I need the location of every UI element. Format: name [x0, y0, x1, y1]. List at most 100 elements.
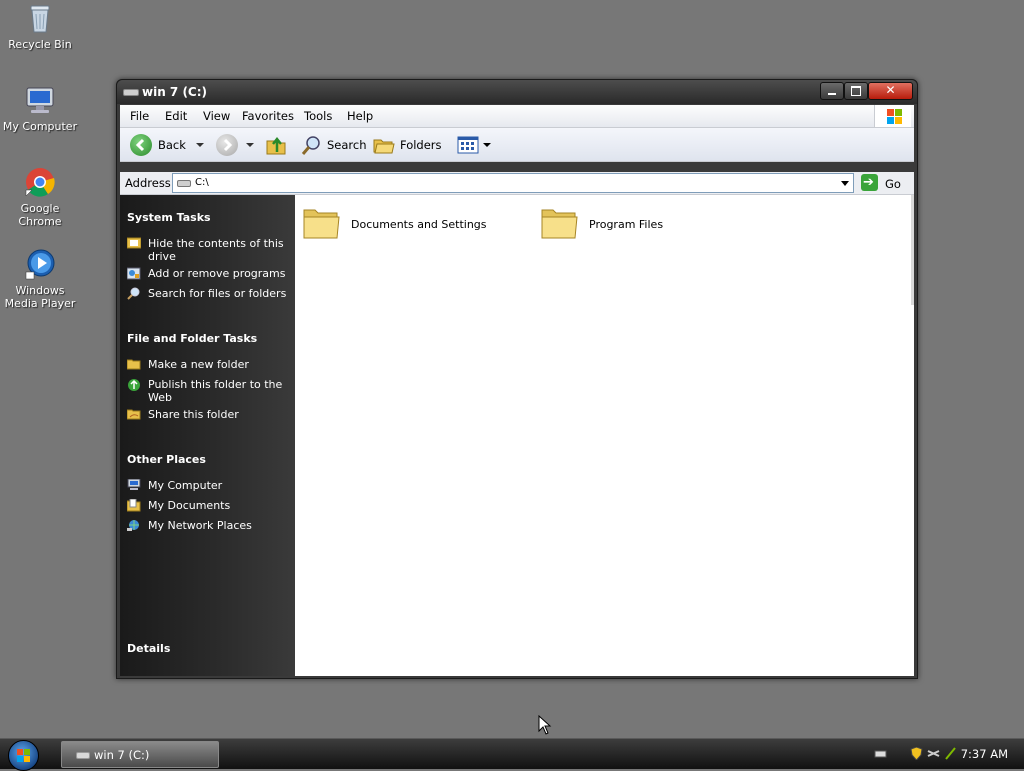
taskbar: win 7 (C:) 7:37 AM — [0, 738, 1024, 771]
forward-button[interactable] — [214, 133, 260, 157]
flag-icon[interactable] — [944, 747, 957, 760]
hide-contents-icon — [126, 237, 142, 249]
taskbar-window-button[interactable]: win 7 (C:) — [61, 741, 219, 768]
task-label: Make a new folder — [148, 358, 249, 371]
chevron-down-icon[interactable] — [841, 181, 849, 186]
menu-file[interactable]: File — [130, 109, 149, 123]
media-player-icon — [24, 248, 56, 280]
task-add-remove-programs[interactable]: Add or remove programs — [126, 267, 292, 280]
desktop-icon-google-chrome[interactable]: Google Chrome — [0, 166, 80, 228]
task-label: Publish this folder to the Web — [148, 378, 283, 404]
computer-icon — [24, 84, 56, 116]
keyboard-icon[interactable] — [874, 747, 887, 760]
go-arrow-icon — [861, 174, 878, 191]
task-hide-drive-contents[interactable]: Hide the contents of this drive — [126, 237, 292, 263]
task-label: Search for files or folders — [148, 287, 287, 300]
new-folder-icon — [126, 358, 141, 370]
menu-tools[interactable]: Tools — [304, 109, 332, 123]
file-folder-tasks-heading[interactable]: File and Folder Tasks — [127, 332, 257, 345]
window-titlebar[interactable]: win 7 (C:) ✕ — [117, 80, 917, 104]
address-input[interactable]: C:\ — [172, 173, 854, 193]
back-label: Back — [158, 138, 186, 152]
back-button[interactable]: Back — [128, 133, 208, 157]
task-search-files[interactable]: Search for files or folders — [127, 287, 292, 300]
task-label: Hide the contents of this drive — [148, 237, 284, 263]
standard-toolbar: Back Search Folders — [120, 128, 914, 162]
menu-edit[interactable]: Edit — [165, 109, 187, 123]
desktop-icon-windows-media-player[interactable]: Windows Media Player — [0, 248, 80, 310]
recycle-bin-icon — [24, 2, 56, 34]
clock[interactable]: 7:37 AM — [961, 747, 1008, 761]
minimize-button[interactable] — [820, 82, 844, 100]
other-places-heading[interactable]: Other Places — [127, 453, 206, 466]
details-heading[interactable]: Details — [127, 642, 170, 655]
security-shield-icon[interactable] — [910, 746, 923, 761]
task-make-new-folder[interactable]: Make a new folder — [126, 358, 292, 371]
desktop-icon-label: Windows Media Player — [4, 284, 76, 310]
back-arrow-icon — [130, 134, 152, 156]
chevron-down-icon[interactable] — [196, 143, 204, 147]
folder-icon — [303, 209, 340, 239]
documents-folder-icon — [126, 498, 141, 512]
folder-icon — [541, 209, 578, 239]
folder-item-program-files[interactable]: Program Files — [541, 205, 701, 249]
task-share-folder[interactable]: Share this folder — [126, 408, 292, 421]
share-folder-icon — [126, 408, 141, 420]
address-label: Address — [125, 176, 171, 190]
search-icon — [301, 136, 320, 155]
menu-favorites[interactable]: Favorites — [242, 109, 294, 123]
task-publish-folder[interactable]: Publish this folder to the Web — [127, 378, 292, 404]
computer-icon — [127, 478, 141, 491]
desktop-icon-label: Recycle Bin — [8, 38, 72, 51]
search-button[interactable]: Search — [300, 133, 370, 157]
system-tasks-heading[interactable]: System Tasks — [127, 211, 211, 224]
taskbar-window-label: win 7 (C:) — [94, 748, 150, 762]
window-title: win 7 (C:) — [142, 85, 208, 99]
folder-name: Documents and Settings — [351, 218, 487, 231]
windows-logo-icon — [17, 749, 30, 762]
place-label: My Documents — [148, 499, 231, 512]
chevron-down-icon[interactable] — [483, 143, 491, 147]
desktop-icon-label: Google Chrome — [18, 202, 62, 228]
explorer-content: System Tasks Hide the contents of this d… — [120, 195, 914, 676]
go-button[interactable]: Go — [860, 173, 910, 193]
place-my-network-places[interactable]: My Network Places — [127, 519, 292, 532]
chrome-icon — [24, 166, 56, 198]
place-label: My Network Places — [148, 519, 252, 532]
menu-view[interactable]: View — [203, 109, 230, 123]
task-label: Add or remove programs — [148, 267, 286, 280]
system-tray: 7:37 AM — [864, 739, 1024, 769]
drive-icon — [177, 180, 191, 187]
forward-arrow-icon — [216, 134, 238, 156]
search-label: Search — [327, 138, 367, 152]
folder-name: Program Files — [589, 218, 664, 231]
close-button[interactable]: ✕ — [868, 82, 913, 100]
desktop-icon-recycle-bin[interactable]: Recycle Bin — [0, 2, 80, 51]
maximize-button[interactable] — [844, 82, 868, 100]
file-list: Documents and Settings Program Files — [295, 195, 914, 676]
chevron-down-icon[interactable] — [246, 143, 254, 147]
programs-icon — [126, 267, 141, 280]
place-my-computer[interactable]: My Computer — [127, 478, 292, 492]
views-icon — [457, 136, 479, 154]
place-my-documents[interactable]: My Documents — [126, 498, 292, 512]
folders-button[interactable]: Folders — [373, 133, 447, 157]
desktop-icon-my-computer[interactable]: My Computer — [0, 84, 80, 133]
start-button[interactable] — [8, 740, 39, 771]
menu-bar: File Edit View Favorites Tools Help — [120, 105, 914, 128]
network-icon[interactable] — [927, 747, 940, 760]
up-folder-button[interactable] — [265, 133, 291, 157]
go-label: Go — [885, 177, 901, 191]
publish-web-icon — [127, 378, 141, 391]
menu-help[interactable]: Help — [347, 109, 373, 123]
place-label: My Computer — [148, 479, 223, 492]
views-button[interactable] — [456, 133, 492, 157]
address-value: C:\ — [195, 177, 209, 188]
address-bar: Address C:\ Go — [120, 172, 914, 195]
folder-up-icon — [266, 136, 286, 155]
network-icon — [127, 519, 141, 531]
task-pane: System Tasks Hide the contents of this d… — [120, 195, 295, 676]
folder-item-documents-and-settings[interactable]: Documents and Settings — [303, 205, 503, 249]
scrollbar[interactable] — [911, 195, 914, 305]
drive-icon — [123, 89, 139, 96]
